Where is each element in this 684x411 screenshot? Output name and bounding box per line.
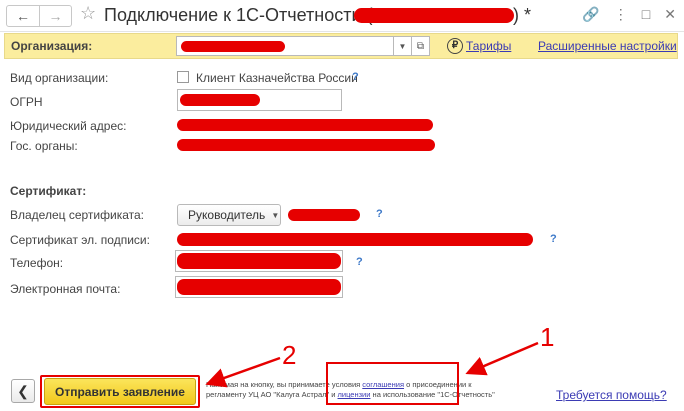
ruble-icon: ₽ <box>447 38 463 54</box>
dropdown-arrow-icon[interactable]: ▼ <box>394 36 412 56</box>
email-label: Электронная почта: <box>10 282 121 296</box>
star-icon[interactable]: ☆ <box>80 3 96 24</box>
window-title-suffix: ) * <box>513 5 531 25</box>
email-redaction <box>177 279 341 295</box>
cert-owner-redaction <box>288 209 360 221</box>
cert-signature-label: Сертификат эл. подписи: <box>10 233 150 247</box>
send-application-button[interactable]: Отправить заявление <box>44 378 196 405</box>
cert-owner-value: Руководитель <box>188 208 266 222</box>
title-redaction <box>354 8 514 23</box>
annotation-arrows <box>205 341 539 388</box>
email-input[interactable] <box>175 276 343 298</box>
chevron-left-icon[interactable]: ❮ <box>11 379 35 403</box>
forward-arrow-icon[interactable]: → <box>39 6 71 26</box>
legal-address-redaction <box>177 119 433 131</box>
phone-label: Телефон: <box>10 256 64 270</box>
back-arrow-icon[interactable]: ← <box>7 6 39 26</box>
open-icon[interactable]: ⧉ <box>412 36 430 56</box>
ogrn-label: ОГРН <box>10 95 43 109</box>
arrow-1 <box>465 341 539 376</box>
gov-bodies-redaction <box>177 139 435 151</box>
cert-signature-redaction <box>177 233 533 246</box>
help-link[interactable]: Требуется помощь? <box>556 388 667 402</box>
organization-redaction <box>181 41 285 52</box>
tariffs-link[interactable]: Тарифы <box>466 39 511 53</box>
help-question-icon[interactable]: ? <box>376 208 383 220</box>
phone-redaction <box>177 253 341 269</box>
advanced-settings-link[interactable]: Расширенные настройки <box>538 39 677 53</box>
callout-number-2: 2 <box>282 340 297 370</box>
org-type-label: Вид организации: <box>10 71 109 85</box>
maximize-icon[interactable]: □ <box>642 6 650 23</box>
help-question-icon[interactable]: ? <box>352 71 359 83</box>
nav-buttons: ← → <box>6 5 72 27</box>
phone-input[interactable] <box>175 250 343 272</box>
organization-label: Организация: <box>11 39 93 53</box>
help-question-icon[interactable]: ? <box>356 256 363 268</box>
title-bar: ← → ☆ Подключение к 1С-Отчетности ( ) * … <box>0 0 684 32</box>
window-controls: 🔗 ⋮ □ ✕ <box>582 6 676 23</box>
gov-bodies-label: Гос. органы: <box>10 139 78 153</box>
window-title: Подключение к 1С-Отчетности ( <box>104 5 373 25</box>
organization-input[interactable] <box>176 36 394 56</box>
ogrn-input[interactable] <box>177 89 342 111</box>
link-icon[interactable]: 🔗 <box>582 6 599 23</box>
highlight-frame-1 <box>326 362 459 405</box>
ogrn-redaction <box>180 94 260 106</box>
certificate-heading: Сертификат: <box>10 184 87 198</box>
help-question-icon[interactable]: ? <box>550 233 557 245</box>
organization-bar: Организация: ▼ ⧉ ₽ Тарифы Расширенные на… <box>4 33 678 59</box>
close-icon[interactable]: ✕ <box>664 6 676 23</box>
more-vertical-icon[interactable]: ⋮ <box>614 6 628 23</box>
callout-number-1: 1 <box>540 322 555 352</box>
treasury-client-label[interactable]: Клиент Казначейства России <box>196 71 358 85</box>
legal-address-label: Юридический адрес: <box>10 119 127 133</box>
treasury-client-checkbox[interactable] <box>177 71 189 83</box>
chevron-down-icon: ▼ <box>271 210 280 220</box>
cert-owner-label: Владелец сертификата: <box>10 208 144 222</box>
cert-owner-select[interactable]: Руководитель ▼ <box>177 204 281 226</box>
